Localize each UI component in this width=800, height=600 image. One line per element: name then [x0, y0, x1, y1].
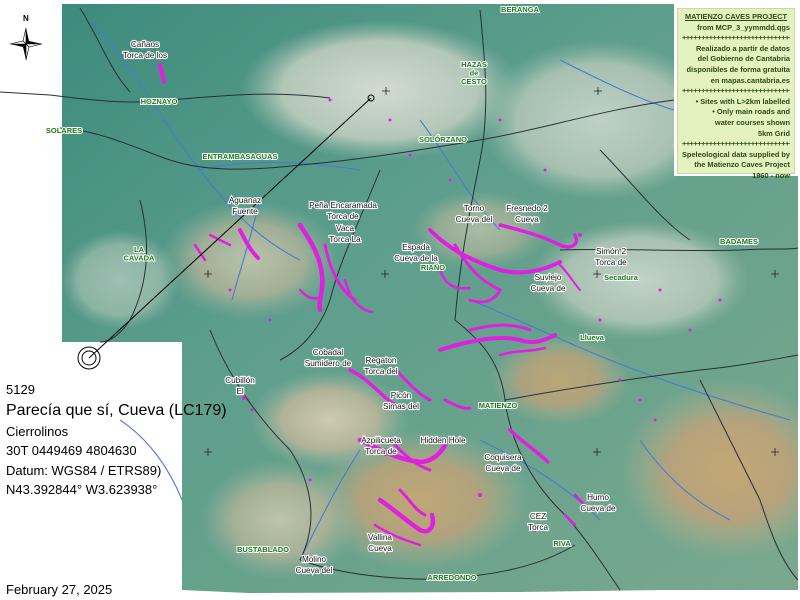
cave-label: Espada: [402, 243, 430, 252]
cave-label: Picón: [391, 391, 412, 400]
cave-label: Simas del: [383, 402, 419, 411]
cave-label: Cañaos: [131, 40, 159, 49]
legend-line: en mapas.cantabria.es: [710, 75, 790, 85]
town-label: SOLÓRZANO: [419, 135, 467, 144]
town-label: RIVA: [553, 539, 571, 548]
town-label: BERANGA: [501, 5, 540, 14]
legend-line: ++++++++++++++++++++++++++++++: [682, 139, 790, 149]
cave-label: Torca de los: [123, 51, 167, 60]
cave-label: Cueva de: [485, 464, 520, 473]
legend-box: MATIENZO CAVES PROJECT from MCP_3_yymmdd…: [677, 8, 795, 180]
cave-label: CEZ: [530, 512, 546, 521]
town-label: Secadura: [604, 273, 639, 282]
cave-label: Humo: [587, 493, 609, 502]
cave-label: Torca: [528, 523, 548, 532]
cave-label: Cueva del: [296, 566, 333, 575]
north-arrow: N: [8, 14, 48, 70]
cave-label: Vaca: [336, 224, 354, 233]
legend-line: from MCP_3_yymmdd.qgs: [697, 22, 790, 32]
cave-label: Fuente: [232, 207, 258, 216]
cave-label: Vallina: [368, 533, 392, 542]
cave-label: Cueva de: [530, 284, 565, 293]
cave-label: Cueva: [368, 544, 392, 553]
legend-line: ++++++++++++++++++++++++++++++: [682, 33, 790, 43]
site-area: Cierrolinos: [6, 423, 69, 439]
cave-label: Torca de: [365, 447, 397, 456]
town-label: SOLARES: [46, 126, 82, 135]
site-latlon: N43.392844° W3.623938°: [6, 482, 158, 497]
north-label: N: [23, 14, 29, 23]
site-datum: Datum: WGS84 / ETRS89): [6, 462, 162, 478]
town-label: RIAÑO: [421, 263, 445, 272]
legend-line: • Sites with L>2km labelled: [695, 96, 790, 106]
legend-line: water courses shown: [714, 117, 790, 127]
cave-label: Fresnedo 2: [506, 204, 548, 213]
cave-label: Molino: [302, 555, 327, 564]
legend-lines: from MCP_3_yymmdd.qgs +++++++++++++++++++…: [682, 23, 790, 182]
cave-label: Torca de: [327, 212, 359, 221]
cave-label: Cueva: [515, 215, 539, 224]
site-name: Parecía que sí, Cueva (LC179): [6, 401, 227, 419]
cave-label: Coquisera: [484, 453, 522, 462]
town-label: ENTRAMBASAGUAS: [203, 152, 278, 161]
cave-label: Torno: [464, 204, 485, 213]
cave-label: Simón 2: [596, 247, 626, 256]
town-label: CAVADA: [124, 254, 156, 263]
cave-label: Sumidero de: [305, 359, 352, 368]
site-info-panel: 5129 Parecía que sí, Cueva (LC179) Cierr…: [6, 380, 227, 500]
town-label: Llueva: [580, 333, 605, 342]
legend-line: Realizado a partir de datos: [695, 43, 790, 53]
legend-line: disponibles de forma gratuita: [686, 64, 790, 74]
town-label: ARREDONDO: [427, 573, 476, 582]
legend-line: ++++++++++++++++++++++++++++++: [682, 86, 790, 96]
legend-line: • Only main roads and: [712, 107, 790, 117]
cave-label: Cueva de la: [394, 254, 438, 263]
map-date: February 27, 2025: [6, 582, 113, 597]
cave-label: Suviejo: [535, 273, 562, 282]
legend-line: 5km Grid: [757, 128, 790, 138]
town-label: CESTO: [461, 77, 487, 86]
legend-line: the Matienzo Caves Project: [694, 160, 790, 170]
cave-label: Cobadal: [313, 348, 344, 357]
legend-title: MATIENZO CAVES PROJECT: [685, 12, 787, 21]
cave-label: Regaton: [366, 356, 397, 365]
cave-label: Azpilicueta: [361, 436, 401, 445]
legend-line: Speleological data supplied by: [682, 149, 791, 159]
site-number: 5129: [6, 382, 35, 397]
legend-line: del Gobierno de Cantabria: [697, 54, 790, 64]
cave-label: Hidden Hole: [420, 436, 466, 445]
town-label: HOZNAYO: [141, 97, 178, 106]
cave-label: El: [236, 387, 243, 396]
cave-label: Cueva de: [580, 504, 615, 513]
town-label: MATIENZO: [479, 401, 518, 410]
legend-line: 1960 - now: [752, 170, 790, 180]
cave-label: Cubillón: [225, 376, 255, 385]
cave-label: Aguanaz: [229, 196, 261, 205]
cave-label: Torca de: [595, 258, 627, 267]
town-label: BADAMES: [720, 237, 758, 246]
cave-label: Cueva del: [456, 215, 493, 224]
town-label: BUSTABLADO: [237, 545, 289, 554]
cave-label: Torca del: [364, 367, 397, 376]
site-utm: 30T 0449469 4804630: [6, 443, 137, 458]
cave-label: Peña Encaramada: [309, 201, 377, 210]
cave-label: Torca La: [329, 235, 361, 244]
